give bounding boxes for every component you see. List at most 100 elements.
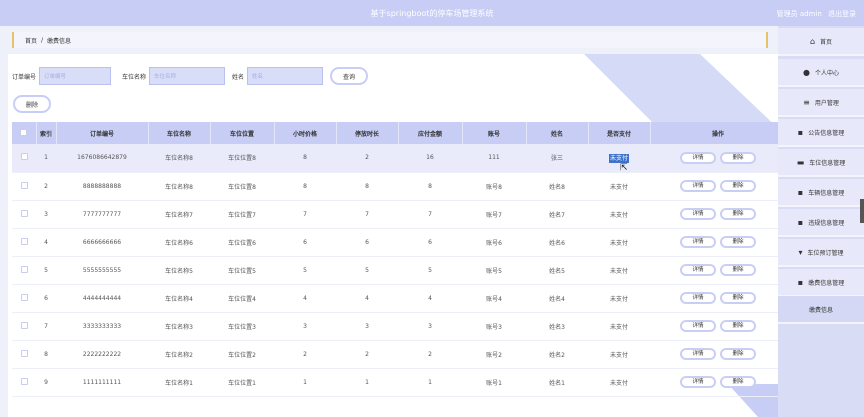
col-header: 应付金额 <box>398 122 463 144</box>
row-checkbox-cell <box>12 340 36 368</box>
mouse-cursor-icon: ⇱ <box>620 163 628 173</box>
app-title: 基于springboot的停车场管理系统 <box>370 9 494 18</box>
detail-button[interactable]: 详情 <box>680 151 716 164</box>
sidebar-item-4[interactable]: ▬ 车位信息管理 <box>778 149 864 177</box>
detail-button[interactable]: 详情 <box>680 348 716 360</box>
detail-button[interactable]: 详情 <box>680 376 716 388</box>
row-checkbox[interactable] <box>20 153 28 161</box>
cell-spot: 车位名称8 <box>165 183 193 191</box>
sidebar-item-2[interactable]: ≡ 用户管理 <box>778 89 864 117</box>
breadcrumb-home[interactable]: 首页 <box>25 36 37 45</box>
sidebar-item-8[interactable]: ▪ 缴费信息管理 <box>778 269 864 297</box>
cell-paid: 未支付 <box>609 351 628 359</box>
delete-button[interactable]: 删除 <box>720 208 756 220</box>
delete-button[interactable]: 删除 <box>720 236 756 248</box>
cell-paid: 未支付 <box>609 267 628 275</box>
cell-idx: 1 <box>44 154 48 162</box>
cell-name: 姓名3 <box>549 323 565 331</box>
cell-name: 姓名6 <box>549 239 565 247</box>
cell-spot: 车位名称1 <box>165 379 193 387</box>
delete-button[interactable]: 删除 <box>720 180 756 192</box>
cell-loc: 车位位置2 <box>228 351 256 359</box>
sidebar-item-label: 公告信息管理 <box>808 129 845 137</box>
detail-button[interactable]: 详情 <box>680 264 716 276</box>
cell-paid: 未支付 <box>609 379 628 387</box>
row-checkbox[interactable] <box>20 321 28 329</box>
cell-order: 4444444444 <box>82 294 122 302</box>
cell-name: 姓名8 <box>549 183 565 191</box>
row-checkbox-cell <box>12 368 36 396</box>
cell-idx: 8 <box>44 350 48 358</box>
col-header: 账号 <box>462 122 527 144</box>
delete-button[interactable]: 删除 <box>720 151 756 164</box>
row-checkbox[interactable] <box>20 293 28 301</box>
col-header: 姓名 <box>526 122 589 144</box>
sidebar-item-5[interactable]: ▪ 车辆信息管理 <box>778 179 864 207</box>
sidebar-item-label: 车位预订管理 <box>807 249 844 257</box>
scrollbar[interactable] <box>860 199 864 223</box>
cell-paid: 未支付 <box>609 211 628 219</box>
row-checkbox[interactable] <box>20 265 28 273</box>
cell-amount: 6 <box>428 238 432 246</box>
table-row: 6 4444444444 车位名称4 车位位置4 4 4 4 账号4 姓名4 未支付 详情 删除 <box>12 284 786 312</box>
sidebar-item-3[interactable]: ▪ 公告信息管理 <box>778 119 864 147</box>
detail-button[interactable]: 详情 <box>680 320 716 332</box>
sidebar-item-1[interactable]: ● 个人中心 <box>778 59 864 87</box>
grid-icon: ▪ <box>797 277 804 287</box>
cell-name: 姓名2 <box>549 351 565 359</box>
cell-order: 1676086642879 <box>77 154 127 162</box>
cell-order: 5555555555 <box>82 266 122 274</box>
delete-button[interactable]: 删除 <box>720 264 756 276</box>
cell-loc: 车位位置7 <box>228 211 256 219</box>
cell-idx: 6 <box>44 294 48 302</box>
sidebar-item-6[interactable]: ▪ 违规信息管理 <box>778 209 864 237</box>
actions-cell: 详情 删除 <box>650 200 786 228</box>
logout-link[interactable]: 退出登录 <box>828 10 856 18</box>
detail-button[interactable]: 详情 <box>680 180 716 192</box>
select-all-checkbox[interactable] <box>20 128 28 136</box>
cell-amount: 3 <box>428 322 432 330</box>
cell-dur: 2 <box>365 154 369 162</box>
name-label: 姓名 <box>232 73 245 81</box>
order-input[interactable]: 订单编号 <box>39 67 112 85</box>
name-input[interactable]: 姓名 <box>247 67 324 85</box>
sidebar-item-label: 缴费信息管理 <box>808 279 845 287</box>
cell-price: 8 <box>303 154 307 162</box>
delete-button[interactable]: 删除 <box>720 292 756 304</box>
sidebar-item-label: 个人中心 <box>814 69 839 77</box>
car-icon: ▾ <box>798 247 803 257</box>
detail-button[interactable]: 详情 <box>680 208 716 220</box>
batch-delete-button[interactable]: 删除 <box>13 95 51 113</box>
row-checkbox[interactable] <box>20 377 28 385</box>
delete-button[interactable]: 删除 <box>720 348 756 360</box>
cell-price: 4 <box>303 294 307 302</box>
cell-dur: 7 <box>365 210 369 218</box>
row-checkbox[interactable] <box>20 209 28 217</box>
delete-button[interactable]: 删除 <box>720 320 756 332</box>
cell-order: 6666666666 <box>82 238 122 246</box>
actions-cell: 详情 删除 <box>650 284 786 312</box>
table-body: 1 1676086642879 车位名称8 车位位置8 8 2 16 111 张三 未支付 详情 删除… <box>12 144 786 396</box>
row-checkbox[interactable] <box>20 181 28 189</box>
select-all-cell <box>12 122 37 144</box>
spot-input[interactable]: 车位名称 <box>149 67 226 85</box>
cell-spot: 车位名称3 <box>165 323 193 331</box>
spot-label: 车位名称 <box>122 73 147 81</box>
sidebar-item-7[interactable]: ▾ 车位预订管理 <box>778 239 864 267</box>
detail-button[interactable]: 详情 <box>680 292 716 304</box>
row-checkbox[interactable] <box>20 349 28 357</box>
cell-amount: 16 <box>426 154 434 162</box>
col-header: 操作 <box>650 122 787 144</box>
row-checkbox[interactable] <box>20 237 28 245</box>
sidebar-subitem-payment-info[interactable]: 缴费信息 <box>778 296 864 324</box>
sidebar-item-0[interactable]: ⌂ 首页 <box>778 28 864 56</box>
actions-cell: 详情 删除 <box>650 228 786 256</box>
delete-button[interactable]: 删除 <box>720 376 756 388</box>
detail-button[interactable]: 详情 <box>680 236 716 248</box>
row-checkbox-cell <box>12 256 36 284</box>
cell-account: 账号6 <box>486 239 502 247</box>
query-button[interactable]: 查询 <box>330 67 369 85</box>
cell-idx: 9 <box>44 378 48 386</box>
cell-amount: 7 <box>428 210 432 218</box>
grid-icon: ▪ <box>797 127 804 137</box>
